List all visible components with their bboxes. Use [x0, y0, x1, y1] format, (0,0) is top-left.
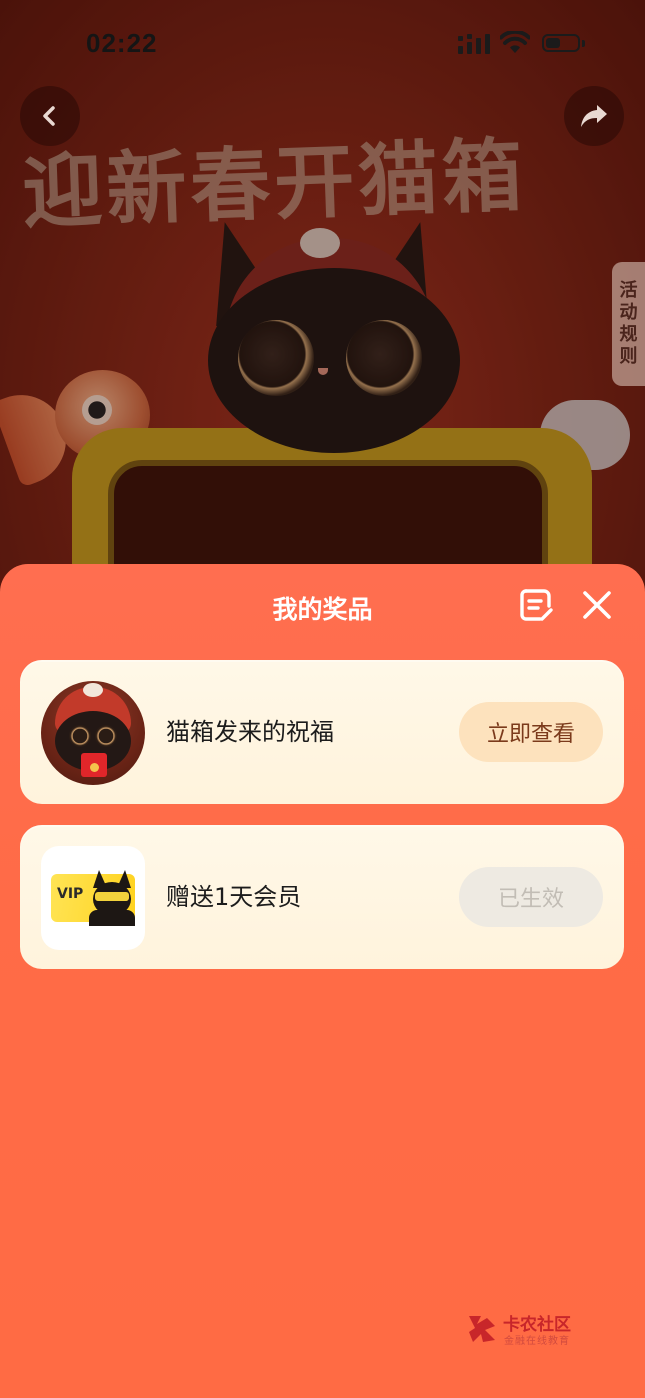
kanong-watermark: 卡农社区 金融在线教育 [465, 1310, 595, 1350]
record-list-icon[interactable] [518, 586, 556, 624]
share-arrow-icon [581, 105, 607, 127]
rules-tab-char: 规 [619, 324, 638, 345]
share-button[interactable] [564, 86, 624, 146]
kanong-logo-icon [469, 1316, 495, 1342]
prize-name: 赠送1天会员 [166, 883, 302, 911]
prize-card: VIP 赠送1天会员 已生效 [20, 825, 624, 969]
back-button[interactable] [20, 86, 80, 146]
cat-red-envelope-icon [41, 681, 145, 785]
rules-tab-char: 则 [619, 346, 638, 367]
rules-tab-char: 活 [619, 280, 638, 301]
watermark-subtitle: 金融在线教育 [504, 1336, 570, 1347]
vip-card-icon: VIP [41, 846, 145, 950]
modal-dim-overlay[interactable] [0, 0, 645, 600]
prize-card: 猫箱发来的祝福 立即查看 [20, 660, 624, 804]
close-icon[interactable] [578, 586, 616, 624]
status-time: 02:22 [86, 28, 158, 58]
prize-name: 猫箱发来的祝福 [166, 718, 334, 746]
cellular-signal-icon [458, 34, 490, 54]
status-bar: 02:22 [0, 0, 645, 88]
activity-rules-tab[interactable]: 活 动 规 则 [612, 262, 645, 386]
battery-cap [582, 40, 585, 47]
rules-tab-char: 动 [619, 302, 638, 323]
battery-icon [542, 34, 580, 52]
activated-button: 已生效 [459, 867, 603, 927]
wifi-icon [500, 31, 530, 53]
my-prizes-sheet: 我的奖品 猫箱发来的祝福 立即查看 VIP 赠送1天会员 已生效 [0, 564, 645, 1398]
chevron-left-icon [43, 106, 55, 126]
vip-badge-text: VIP [57, 886, 84, 902]
battery-level-fill [546, 38, 560, 48]
view-now-button[interactable]: 立即查看 [459, 702, 603, 762]
activity-background: 迎新春开猫箱 [0, 0, 645, 600]
